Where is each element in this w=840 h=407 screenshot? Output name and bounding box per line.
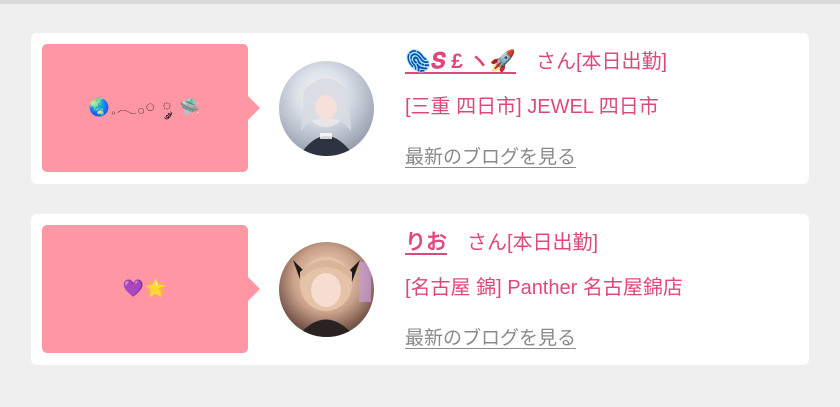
girl-card[interactable]: 🌏𓈒𓂃𓂂𓏸 ༘ 🛸 🫆𝑺 £ ヽ🚀 さん[本日出勤] [三重 四日市] JEWE…	[31, 33, 809, 184]
girl-name-link[interactable]: 🫆𝑺 £ ヽ🚀	[405, 45, 516, 75]
girl-name-link[interactable]: りお	[405, 226, 447, 256]
girl-card[interactable]: 💜🌟 りお さん[本日出勤] [名古屋 錦] Panther 名古屋錦店 最新の…	[31, 214, 809, 365]
shop-name: [三重 四日市] JEWEL 四日市	[405, 96, 659, 118]
avatar-photo	[299, 75, 354, 156]
attendance-status: さん[本日出勤]	[535, 51, 668, 73]
shop-name: [名古屋 錦] Panther 名古屋錦店	[405, 277, 683, 299]
message-bubble: 💜🌟	[42, 225, 260, 353]
message-text: 🌏𓈒𓂃𓂂𓏸 ༘ 🛸	[88, 97, 202, 118]
attendance-status: さん[本日出勤]	[467, 232, 599, 254]
avatar-photo	[293, 257, 371, 337]
message-text: 💜🌟	[122, 278, 168, 299]
latest-blog-link[interactable]: 最新のブログを見る	[405, 323, 576, 350]
avatar[interactable]	[279, 242, 374, 337]
top-divider	[0, 0, 840, 4]
avatar[interactable]	[279, 61, 374, 156]
message-bubble: 🌏𓈒𓂃𓂂𓏸 ༘ 🛸	[42, 44, 260, 172]
latest-blog-link[interactable]: 最新のブログを見る	[405, 142, 576, 169]
